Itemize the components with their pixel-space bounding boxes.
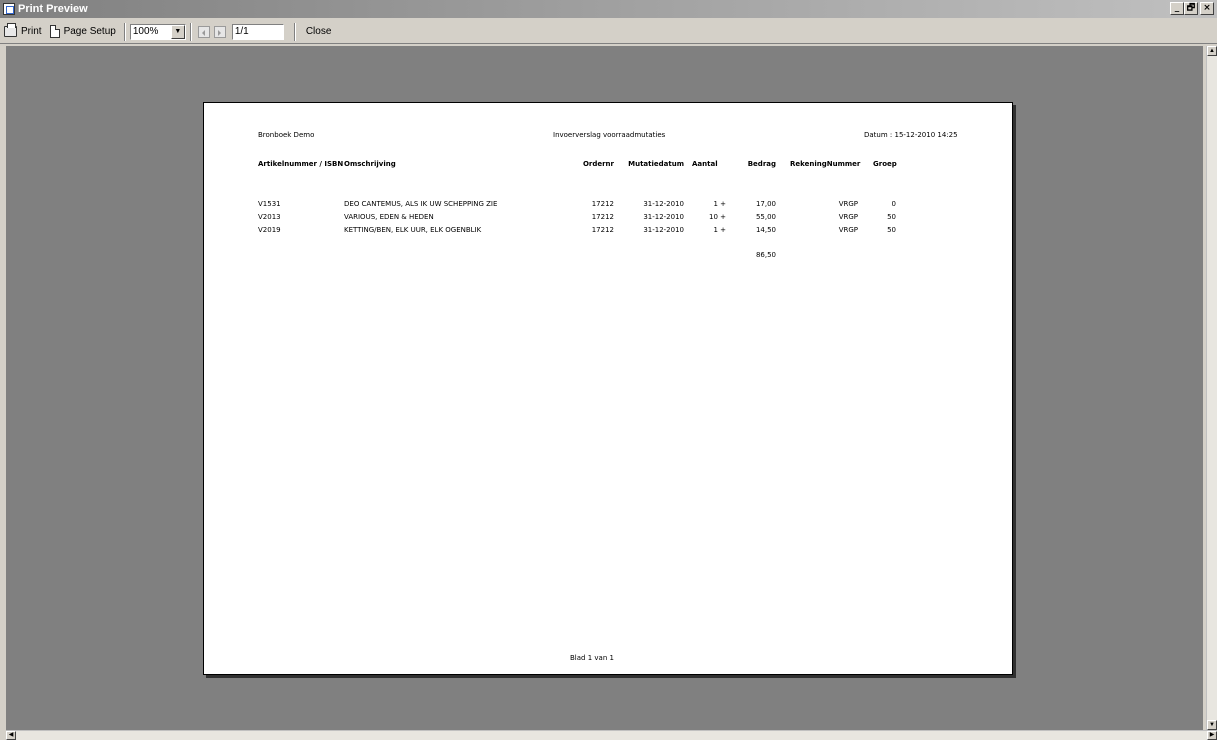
- next-page-icon[interactable]: [213, 25, 226, 38]
- report-title: Invoerverslag voorraadmutaties: [553, 131, 666, 139]
- toolbar-separator: [189, 22, 192, 41]
- cell-artikelnummer: V2019: [258, 226, 281, 234]
- page-setup-icon: [49, 25, 60, 38]
- close-window-button[interactable]: ×: [1200, 2, 1214, 15]
- cell-aantal: 1 +: [713, 226, 726, 234]
- company-name: Bronboek Demo: [258, 131, 315, 139]
- page-setup-button-label: Page Setup: [63, 26, 116, 37]
- report-page: Bronboek Demo Invoerverslag voorraadmuta…: [203, 102, 1013, 675]
- cell-artikelnummer: V1531: [258, 200, 281, 208]
- header-ordernr: Ordernr: [582, 160, 614, 168]
- window-title: Print Preview: [18, 3, 88, 15]
- cell-ordernr: 17212: [591, 226, 614, 234]
- print-button[interactable]: Print: [0, 22, 46, 42]
- page-number-input[interactable]: 1/1: [231, 23, 284, 40]
- scroll-left-icon[interactable]: ◀: [6, 731, 16, 740]
- cell-groep: 50: [887, 226, 896, 234]
- zoom-value: 100%: [132, 25, 159, 37]
- cell-groep: 50: [887, 213, 896, 221]
- toolbar-separator: [293, 22, 296, 41]
- header-aantal: Aantal: [692, 160, 718, 168]
- header-mutatiedatum: Mutatiedatum: [628, 160, 684, 168]
- cell-aantal: 1 +: [713, 200, 726, 208]
- scroll-up-icon[interactable]: ▲: [1207, 46, 1217, 56]
- cell-bedrag: 17,00: [755, 200, 776, 208]
- restore-button[interactable]: 🗗: [1184, 2, 1198, 15]
- cell-mutatiedatum: 31-12-2010: [643, 226, 684, 234]
- cell-rekeningnummer: VRGP: [838, 213, 858, 221]
- cell-aantal: 10 +: [709, 213, 726, 221]
- scroll-right-icon[interactable]: ▶: [1207, 731, 1217, 740]
- cell-rekeningnummer: VRGP: [838, 226, 858, 234]
- header-groep: Groep: [873, 160, 897, 168]
- cell-mutatiedatum: 31-12-2010: [643, 200, 684, 208]
- report-date: Datum : 15-12-2010 14:25: [864, 131, 958, 139]
- cell-rekeningnummer: VRGP: [838, 200, 858, 208]
- vertical-scrollbar[interactable]: ▲ ▼: [1206, 46, 1217, 730]
- page-setup-button[interactable]: Page Setup: [46, 22, 120, 42]
- horizontal-scrollbar[interactable]: ◀ ▶: [6, 730, 1217, 740]
- window-controls: _ 🗗 ×: [1170, 2, 1214, 15]
- cell-mutatiedatum: 31-12-2010: [643, 213, 684, 221]
- cell-omschrijving: KETTING/BEN, ELK UUR, ELK OGENBLIK: [344, 226, 482, 234]
- cell-omschrijving: DEO CANTEMUS, ALS IK UW SCHEPPING ZIE: [344, 200, 498, 208]
- cell-bedrag: 55,00: [755, 213, 776, 221]
- print-preview-app-icon: [3, 3, 15, 15]
- cell-omschrijving: VARIOUS, EDEN & HEDEN: [344, 213, 434, 221]
- previous-page-icon[interactable]: [197, 25, 210, 38]
- chevron-down-icon[interactable]: ▼: [170, 24, 185, 39]
- toolbar: Print Page Setup 100% ▼ 1/1 Close: [0, 20, 1217, 44]
- cell-ordernr: 17212: [591, 200, 614, 208]
- print-button-label: Print: [21, 26, 42, 37]
- cell-ordernr: 17212: [591, 213, 614, 221]
- header-artikelnummer: Artikelnummer / ISBN: [258, 160, 344, 168]
- cell-artikelnummer: V2013: [258, 213, 281, 221]
- title-bar: Print Preview _ 🗗 ×: [0, 0, 1217, 18]
- header-rekeningnummer: RekeningNummer: [790, 160, 861, 168]
- cell-bedrag: 14,50: [755, 226, 776, 234]
- minimize-button[interactable]: _: [1170, 2, 1184, 15]
- toolbar-separator: [123, 22, 126, 41]
- header-omschrijving: Omschrijving: [344, 160, 396, 168]
- scroll-down-icon[interactable]: ▼: [1207, 720, 1217, 730]
- printer-icon: [4, 23, 17, 37]
- report-total: 86,50: [755, 251, 776, 259]
- zoom-dropdown[interactable]: 100% ▼: [129, 23, 186, 40]
- close-button[interactable]: Close: [300, 22, 338, 42]
- header-bedrag: Bedrag: [747, 160, 776, 168]
- page-footer: Blad 1 van 1: [570, 654, 614, 662]
- cell-groep: 0: [891, 200, 896, 208]
